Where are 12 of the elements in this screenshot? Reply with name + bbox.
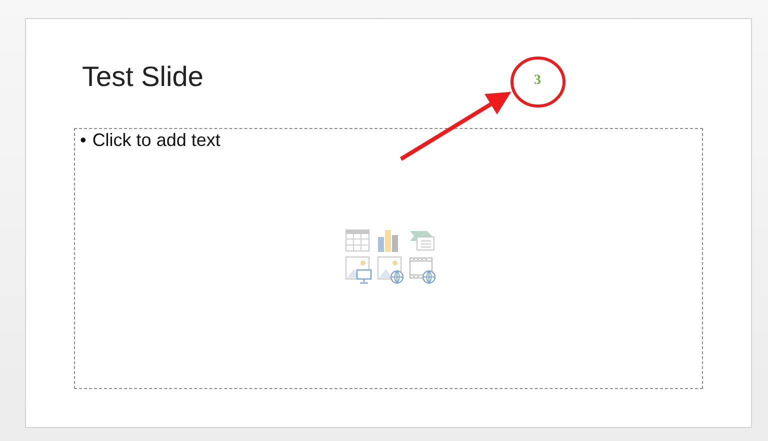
picture-icon[interactable] xyxy=(345,256,373,284)
content-placeholder[interactable]: • Click to add text xyxy=(74,128,703,389)
highlight-circle xyxy=(510,56,566,108)
chart-icon[interactable] xyxy=(377,229,399,252)
video-icon[interactable] xyxy=(409,256,437,284)
placeholder-text: Click to add text xyxy=(92,130,220,151)
slide-number: 3 xyxy=(534,73,541,89)
smartart-icon[interactable] xyxy=(409,229,435,252)
online-picture-icon[interactable] xyxy=(377,256,405,284)
bullet: • xyxy=(80,130,86,151)
table-icon[interactable] xyxy=(345,229,370,252)
slide-title[interactable]: Test Slide xyxy=(82,61,204,93)
